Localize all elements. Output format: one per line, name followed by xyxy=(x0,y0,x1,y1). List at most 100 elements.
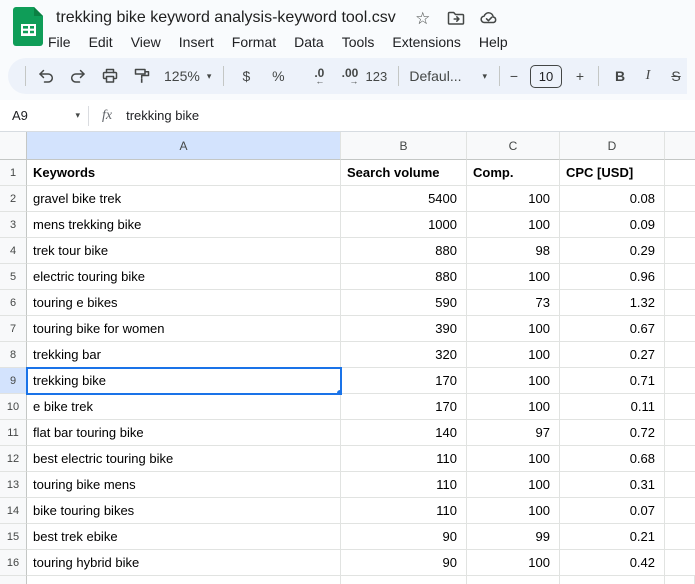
undo-button[interactable] xyxy=(34,64,58,88)
increase-font-size-button[interactable]: + xyxy=(570,64,590,88)
decrease-font-size-button[interactable]: − xyxy=(504,64,524,88)
increase-decimal-button[interactable]: .00 → xyxy=(330,64,359,88)
cell-A16[interactable]: touring hybrid bike xyxy=(27,550,341,576)
cell-A2[interactable]: gravel bike trek xyxy=(27,186,341,212)
cell-D10[interactable]: 0.11 xyxy=(560,394,665,420)
cell-B5[interactable]: 880 xyxy=(341,264,467,290)
cell-C14[interactable]: 100 xyxy=(467,498,560,524)
cell-C17[interactable] xyxy=(467,576,560,584)
cell-D8[interactable]: 0.27 xyxy=(560,342,665,368)
cell-E15[interactable] xyxy=(665,524,695,550)
cell-C5[interactable]: 100 xyxy=(467,264,560,290)
cell-A4[interactable]: trek tour bike xyxy=(27,238,341,264)
row-header-3[interactable]: 3 xyxy=(0,212,27,238)
cell-E8[interactable] xyxy=(665,342,695,368)
cell-E17[interactable] xyxy=(665,576,695,584)
cell-E1[interactable] xyxy=(665,160,695,186)
cell-A1[interactable]: Keywords xyxy=(27,160,341,186)
cell-B11[interactable]: 140 xyxy=(341,420,467,446)
cell-D13[interactable]: 0.31 xyxy=(560,472,665,498)
cell-B1[interactable]: Search volume xyxy=(341,160,467,186)
cell-D5[interactable]: 0.96 xyxy=(560,264,665,290)
menu-format[interactable]: Format xyxy=(223,32,285,52)
row-header-5[interactable]: 5 xyxy=(0,264,27,290)
cell-A8[interactable]: trekking bar xyxy=(27,342,341,368)
cell-C3[interactable]: 100 xyxy=(467,212,560,238)
format-currency-button[interactable]: $ xyxy=(234,64,258,88)
cell-C15[interactable]: 99 xyxy=(467,524,560,550)
row-header-2[interactable]: 2 xyxy=(0,186,27,212)
cell-C1[interactable]: Comp. xyxy=(467,160,560,186)
cell-D14[interactable]: 0.07 xyxy=(560,498,665,524)
italic-button[interactable]: I xyxy=(637,64,659,88)
row-header-6[interactable]: 6 xyxy=(0,290,27,316)
column-header-c[interactable]: C xyxy=(467,132,560,160)
menu-extensions[interactable]: Extensions xyxy=(383,32,469,52)
cell-B12[interactable]: 110 xyxy=(341,446,467,472)
cell-D1[interactable]: CPC [USD] xyxy=(560,160,665,186)
move-to-folder-icon[interactable] xyxy=(446,8,466,28)
cell-D3[interactable]: 0.09 xyxy=(560,212,665,238)
star-icon[interactable]: ☆ xyxy=(413,8,433,28)
cell-D6[interactable]: 1.32 xyxy=(560,290,665,316)
column-header-e[interactable] xyxy=(665,132,695,160)
cell-A9[interactable]: trekking bike xyxy=(26,367,342,395)
redo-button[interactable] xyxy=(66,64,90,88)
cell-E5[interactable] xyxy=(665,264,695,290)
cell-E4[interactable] xyxy=(665,238,695,264)
cell-B7[interactable]: 390 xyxy=(341,316,467,342)
cell-C16[interactable]: 100 xyxy=(467,550,560,576)
cell-A7[interactable]: touring bike for women xyxy=(27,316,341,342)
cell-A15[interactable]: best trek ebike xyxy=(27,524,341,550)
select-all-corner[interactable] xyxy=(0,132,27,160)
row-header-16[interactable]: 16 xyxy=(0,550,27,576)
menu-help[interactable]: Help xyxy=(470,32,517,52)
cell-B6[interactable]: 590 xyxy=(341,290,467,316)
document-title[interactable]: trekking bike keyword analysis-keyword t… xyxy=(56,9,396,27)
cell-D16[interactable]: 0.42 xyxy=(560,550,665,576)
menu-insert[interactable]: Insert xyxy=(170,32,223,52)
cell-D12[interactable]: 0.68 xyxy=(560,446,665,472)
cell-A14[interactable]: bike touring bikes xyxy=(27,498,341,524)
cell-D2[interactable]: 0.08 xyxy=(560,186,665,212)
cell-B17[interactable] xyxy=(341,576,467,584)
strikethrough-button[interactable]: S xyxy=(665,64,687,88)
column-header-a[interactable]: A xyxy=(27,132,341,160)
row-header-15[interactable]: 15 xyxy=(0,524,27,550)
menu-tools[interactable]: Tools xyxy=(333,32,384,52)
cell-E11[interactable] xyxy=(665,420,695,446)
cell-D7[interactable]: 0.67 xyxy=(560,316,665,342)
cell-C12[interactable]: 100 xyxy=(467,446,560,472)
row-header-7[interactable]: 7 xyxy=(0,316,27,342)
menu-file[interactable]: File xyxy=(39,32,80,52)
cell-D17[interactable] xyxy=(560,576,665,584)
row-header-4[interactable]: 4 xyxy=(0,238,27,264)
cell-B2[interactable]: 5400 xyxy=(341,186,467,212)
cell-C8[interactable]: 100 xyxy=(467,342,560,368)
cell-E12[interactable] xyxy=(665,446,695,472)
formula-input[interactable]: trekking bike xyxy=(126,108,199,123)
zoom-select[interactable]: 125% ▾ xyxy=(164,68,211,84)
column-header-b[interactable]: B xyxy=(341,132,467,160)
cell-B9[interactable]: 170 xyxy=(341,368,467,394)
row-header-17[interactable] xyxy=(0,576,27,584)
cell-E3[interactable] xyxy=(665,212,695,238)
cell-C7[interactable]: 100 xyxy=(467,316,560,342)
row-header-12[interactable]: 12 xyxy=(0,446,27,472)
cell-B8[interactable]: 320 xyxy=(341,342,467,368)
cell-E13[interactable] xyxy=(665,472,695,498)
cell-A3[interactable]: mens trekking bike xyxy=(27,212,341,238)
name-box[interactable]: A9 ▾ xyxy=(0,108,88,123)
cell-D9[interactable]: 0.71 xyxy=(560,368,665,394)
menu-view[interactable]: View xyxy=(122,32,170,52)
row-header-1[interactable]: 1 xyxy=(0,160,27,186)
menu-edit[interactable]: Edit xyxy=(80,32,122,52)
cell-A10[interactable]: e bike trek xyxy=(27,394,341,420)
cell-B10[interactable]: 170 xyxy=(341,394,467,420)
cell-D4[interactable]: 0.29 xyxy=(560,238,665,264)
cell-A13[interactable]: touring bike mens xyxy=(27,472,341,498)
cell-C11[interactable]: 97 xyxy=(467,420,560,446)
column-header-d[interactable]: D xyxy=(560,132,665,160)
font-size-input[interactable]: 10 xyxy=(530,64,562,88)
cloud-saved-icon[interactable] xyxy=(479,8,499,28)
